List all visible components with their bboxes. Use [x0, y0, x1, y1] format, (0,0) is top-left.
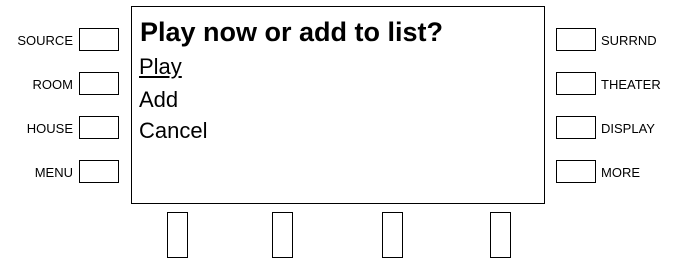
prompt-text: Play now or add to list? — [140, 17, 444, 47]
house-label: HOUSE — [26, 121, 73, 136]
bottom-button-1[interactable] — [167, 212, 188, 258]
source-button[interactable] — [79, 28, 119, 51]
option-add[interactable]: Add — [139, 87, 178, 113]
room-button[interactable] — [79, 72, 119, 95]
surrnd-button[interactable] — [556, 28, 596, 51]
menu-button[interactable] — [79, 160, 119, 183]
bottom-button-4[interactable] — [490, 212, 511, 258]
bottom-button-3[interactable] — [382, 212, 403, 258]
surrnd-label: SURRND — [601, 33, 657, 48]
room-label: ROOM — [32, 77, 73, 92]
display-label: DISPLAY — [601, 121, 655, 136]
theater-button[interactable] — [556, 72, 596, 95]
house-button[interactable] — [79, 116, 119, 139]
more-label: MORE — [601, 165, 640, 180]
menu-label: MENU — [34, 165, 73, 180]
option-cancel[interactable]: Cancel — [139, 118, 207, 144]
theater-label: THEATER — [601, 77, 661, 92]
display-button[interactable] — [556, 116, 596, 139]
display-screen: Play now or add to list? Play Add Cancel — [131, 6, 545, 204]
source-label: SOURCE — [17, 33, 73, 48]
bottom-button-2[interactable] — [272, 212, 293, 258]
more-button[interactable] — [556, 160, 596, 183]
option-play[interactable]: Play — [139, 54, 182, 80]
